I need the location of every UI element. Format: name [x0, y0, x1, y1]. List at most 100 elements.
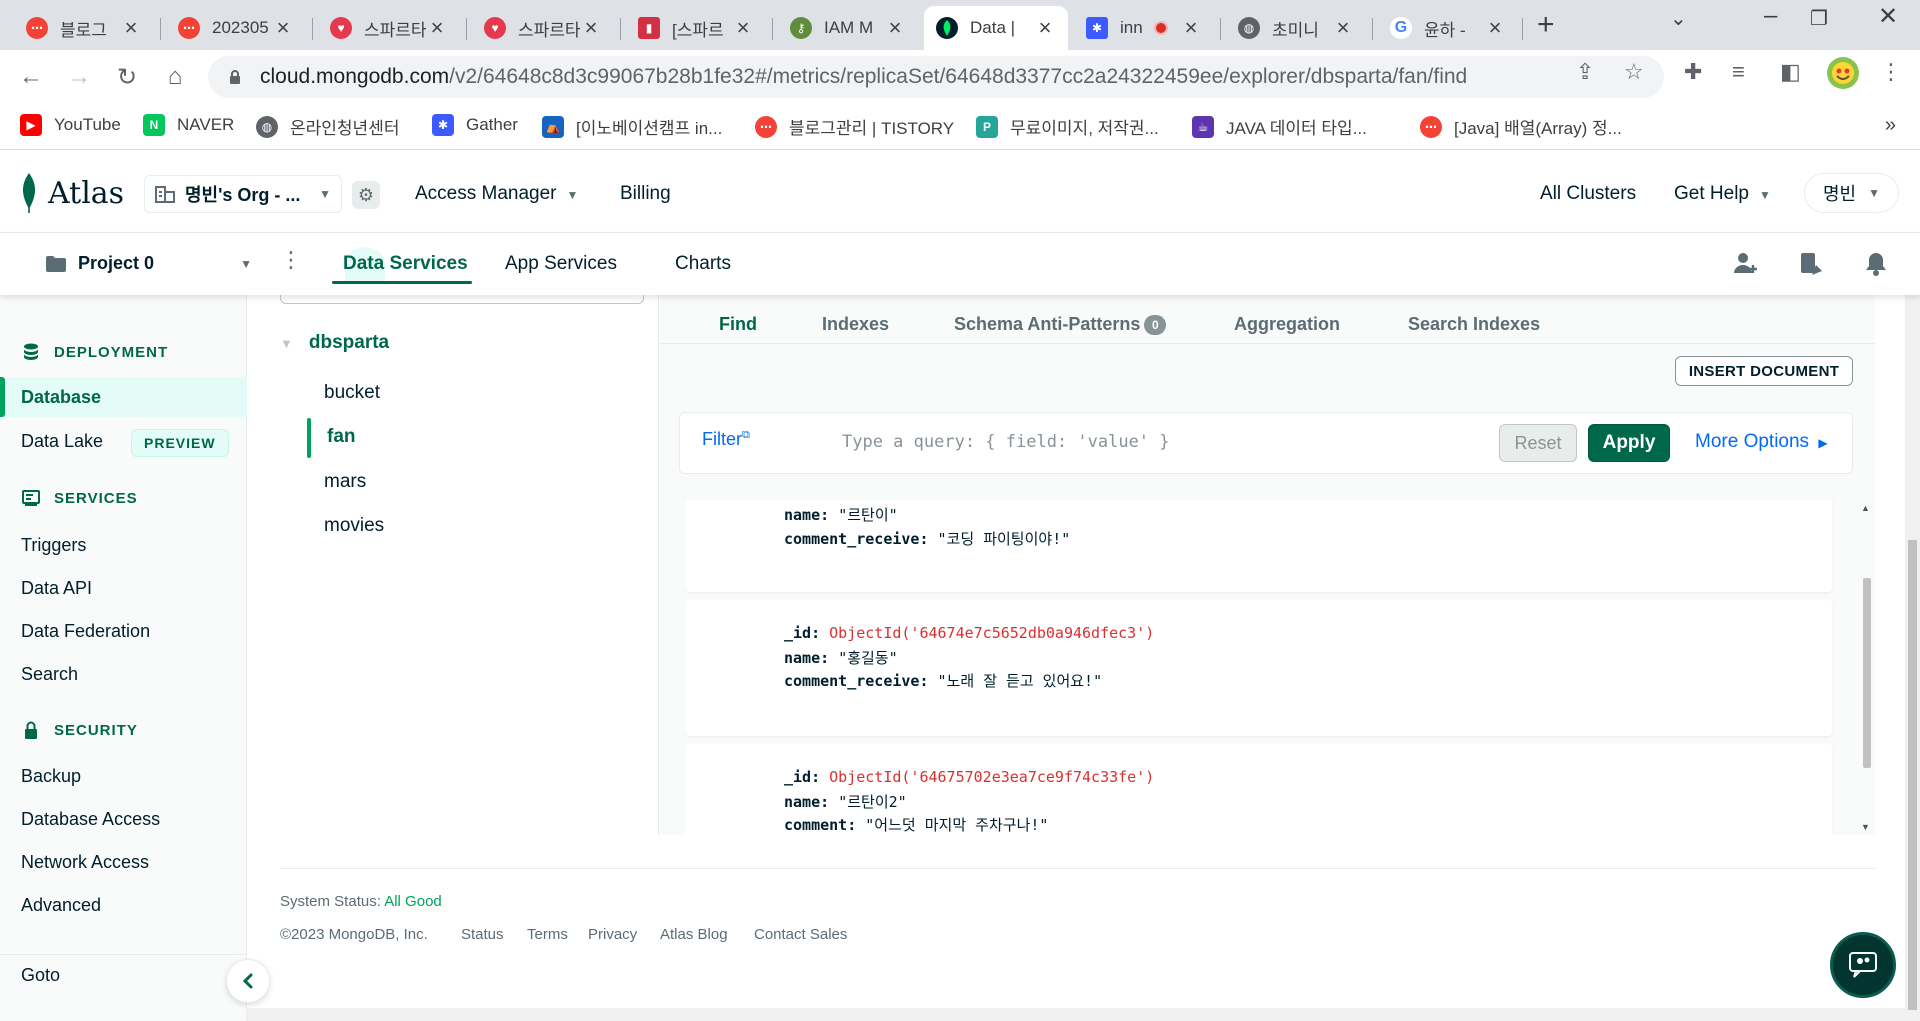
profile-avatar[interactable] — [1826, 56, 1860, 96]
project-selector[interactable]: Project 0 ▼ — [46, 253, 252, 274]
close-icon[interactable]: × — [426, 15, 448, 41]
tab-search-icon[interactable]: ⌄ — [1670, 6, 1687, 31]
scroll-up-icon[interactable]: ▲ — [1861, 503, 1870, 513]
system-status-link[interactable]: All Good — [384, 893, 442, 910]
notification-bell-icon[interactable] — [1863, 251, 1889, 277]
sidebar-item-advanced[interactable]: Advanced — [21, 895, 101, 916]
bookmark-item[interactable]: ⋯ 블로그관리 | TISTORY — [755, 114, 954, 139]
sidebar-item-search[interactable]: Search — [21, 664, 78, 685]
close-icon[interactable]: × — [732, 15, 754, 41]
browser-tab[interactable]: ♥ 스파르타 × — [318, 6, 460, 50]
gear-icon[interactable]: ⚙ — [352, 181, 380, 209]
page-horizontal-scrollbar[interactable] — [247, 1008, 1905, 1021]
tab-indexes[interactable]: Indexes — [822, 314, 889, 335]
tab-schema-anti-patterns[interactable]: Schema Anti-Patterns 0 — [954, 314, 1167, 335]
more-options-button[interactable]: More Options ▶ — [1695, 431, 1828, 453]
window-close-icon[interactable]: ✕ — [1878, 2, 1898, 31]
reset-button[interactable]: Reset — [1499, 424, 1577, 462]
footer-link-atlas-blog[interactable]: Atlas Blog — [660, 926, 728, 943]
document-card[interactable]: _id: ObjectId('64674e7c5652db0a946dfec3'… — [686, 600, 1832, 736]
sidebar-item-database-access[interactable]: Database Access — [21, 809, 160, 830]
reload-icon[interactable]: ↻ — [110, 60, 144, 94]
tab-app-services[interactable]: App Services — [505, 253, 617, 275]
share-icon[interactable]: ⇪ — [1576, 59, 1594, 85]
sidebar-item-backup[interactable]: Backup — [21, 766, 81, 787]
tab-aggregation[interactable]: Aggregation — [1234, 314, 1340, 335]
browser-tab[interactable]: ⋯ 202305 × — [166, 6, 306, 50]
new-tab-icon[interactable]: + — [1537, 8, 1555, 42]
bookmark-item[interactable]: ✱ Gather — [432, 114, 518, 136]
tree-collection-fan[interactable]: fan — [327, 426, 356, 448]
browser-tab[interactable]: ⋯ 블로그 × — [14, 6, 154, 50]
tab-charts[interactable]: Charts — [675, 253, 731, 275]
footer-link-contact-sales[interactable]: Contact Sales — [754, 926, 847, 943]
sidebar-item-data-api[interactable]: Data API — [21, 578, 92, 599]
close-icon[interactable]: × — [272, 15, 294, 41]
all-clusters-link[interactable]: All Clusters — [1540, 183, 1636, 205]
browser-tab[interactable]: ♥ 스파르타 × — [472, 6, 614, 50]
kebab-menu-icon[interactable]: ⋮ — [280, 249, 302, 271]
bookmark-item[interactable]: P 무료이미지, 저작권... — [976, 114, 1159, 139]
insert-document-button[interactable]: INSERT DOCUMENT — [1675, 356, 1853, 386]
home-icon[interactable]: ⌂ — [158, 60, 192, 94]
close-icon[interactable]: × — [1034, 15, 1056, 41]
tree-collection-mars[interactable]: mars — [324, 471, 366, 493]
back-icon[interactable]: ← — [14, 60, 48, 94]
get-help-menu[interactable]: Get Help ▼ — [1674, 183, 1771, 205]
browser-tab[interactable]: ⚷ IAM M × — [778, 6, 918, 50]
sidebar-item-network-access[interactable]: Network Access — [21, 852, 149, 873]
scrollbar-thumb[interactable] — [1863, 578, 1871, 768]
user-menu[interactable]: 명빈 ▼ — [1804, 173, 1899, 213]
filter-link[interactable]: Filter⧉ — [702, 429, 750, 450]
close-icon[interactable]: × — [580, 15, 602, 41]
chrome-menu-icon[interactable]: ⋮ — [1880, 59, 1902, 85]
bookmark-item[interactable]: N NAVER — [143, 114, 234, 136]
sidebar-item-goto[interactable]: Goto — [21, 965, 60, 986]
side-panel-icon[interactable]: ◧ — [1780, 59, 1801, 85]
scroll-down-icon[interactable]: ▼ — [1861, 822, 1870, 832]
bookmarks-overflow-icon[interactable]: » — [1885, 114, 1896, 137]
close-icon[interactable]: × — [1180, 15, 1202, 41]
activity-feed-icon[interactable] — [1798, 251, 1824, 277]
page-scrollbar-thumb[interactable] — [1908, 540, 1917, 1010]
bookmark-item[interactable]: ▶ YouTube — [20, 114, 121, 136]
browser-tab-active[interactable]: Data | × — [924, 6, 1068, 50]
sidebar-item-triggers[interactable]: Triggers — [21, 535, 86, 556]
bookmark-item[interactable]: ☕ JAVA 데이터 타입... — [1192, 114, 1367, 139]
browser-tab[interactable]: ◍ 초미니 × — [1226, 6, 1366, 50]
sidebar-item-database[interactable]: Database — [21, 387, 101, 408]
footer-link-terms[interactable]: Terms — [527, 926, 568, 943]
media-icon[interactable]: ≡ — [1732, 59, 1745, 85]
tab-data-services[interactable]: Data Services — [343, 253, 468, 275]
bookmark-item[interactable]: ⋯ [Java] 배열(Array) 정... — [1420, 114, 1622, 139]
forward-icon[interactable]: → — [62, 60, 96, 94]
billing-link[interactable]: Billing — [620, 183, 671, 205]
bookmark-star-icon[interactable]: ☆ — [1624, 59, 1644, 85]
org-selector[interactable]: 명빈's Org - ... ▼ — [144, 175, 342, 213]
address-bar[interactable]: cloud.mongodb.com/v2/64648c8d3c99067b28b… — [208, 56, 1664, 98]
tree-database-dbsparta[interactable]: ▼ dbsparta — [280, 332, 389, 354]
document-card[interactable]: _id: ObjectId('64675702e3ea7ce9f74c33fe'… — [686, 744, 1832, 835]
tree-collection-movies[interactable]: movies — [324, 515, 384, 537]
extensions-icon[interactable]: ✚ — [1684, 59, 1702, 85]
close-icon[interactable]: × — [884, 15, 906, 41]
bookmark-item[interactable]: ◍ 온라인청년센터 — [256, 114, 399, 139]
close-icon[interactable]: × — [1484, 15, 1506, 41]
tab-find[interactable]: Find — [719, 314, 757, 335]
sidebar-item-data-federation[interactable]: Data Federation — [21, 621, 150, 642]
browser-tab[interactable]: ▮ [스파르 × — [626, 6, 766, 50]
footer-link-privacy[interactable]: Privacy — [588, 926, 637, 943]
atlas-logo[interactable]: Atlas — [20, 173, 124, 213]
tab-search-indexes[interactable]: Search Indexes — [1408, 314, 1540, 335]
sidebar-item-data-lake[interactable]: Data Lake — [21, 431, 103, 452]
document-card[interactable]: name: "르탄이" comment_receive: "코딩 파이팅이야!" — [686, 500, 1832, 592]
collapse-sidebar-button[interactable] — [226, 959, 270, 1003]
close-icon[interactable]: × — [120, 15, 142, 41]
footer-link-status[interactable]: Status — [461, 926, 504, 943]
browser-tab[interactable]: G 윤하 - × — [1378, 6, 1518, 50]
access-manager-menu[interactable]: Access Manager ▼ — [415, 183, 578, 205]
tree-collection-bucket[interactable]: bucket — [324, 382, 380, 404]
chat-support-button[interactable] — [1830, 932, 1896, 998]
apply-button[interactable]: Apply — [1588, 424, 1670, 462]
invite-user-icon[interactable] — [1733, 251, 1759, 277]
